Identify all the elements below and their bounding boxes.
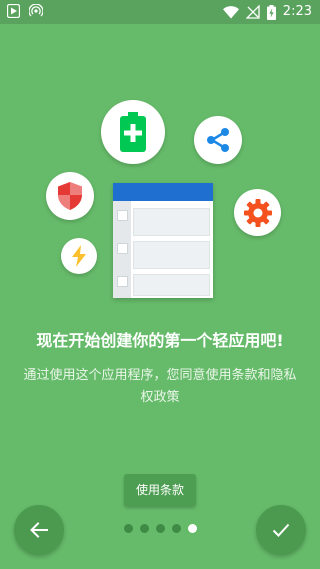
document-row xyxy=(133,241,210,269)
document-row xyxy=(133,208,210,236)
document-list-icon xyxy=(113,183,213,298)
done-button[interactable] xyxy=(256,505,306,555)
page-dot[interactable] xyxy=(124,524,133,533)
status-time: 2:23 xyxy=(282,4,312,19)
checkmark-icon xyxy=(272,523,290,537)
document-checkbox xyxy=(117,276,128,287)
document-header-bar xyxy=(113,183,213,201)
page-dot[interactable] xyxy=(172,524,181,533)
share-bubble xyxy=(194,116,242,164)
shield-icon xyxy=(58,182,82,210)
back-button[interactable] xyxy=(14,505,64,555)
document-row xyxy=(133,274,210,296)
terms-description: 通过使用这个应用程序，您同意使用条款和隐私权政策 xyxy=(23,368,297,405)
battery-bubble xyxy=(101,100,165,164)
page-indicator xyxy=(124,524,197,533)
battery-charging-icon xyxy=(266,4,276,20)
page-title: 现在开始创建你的第一个轻应用吧! xyxy=(36,331,284,350)
lightning-bubble xyxy=(61,238,97,274)
hotspot-icon xyxy=(29,4,43,17)
arrow-left-icon xyxy=(30,522,48,538)
no-signal-icon xyxy=(245,5,260,19)
share-icon xyxy=(207,128,229,152)
page-dot-active[interactable] xyxy=(188,524,197,533)
status-bar: 2:23 xyxy=(0,0,320,24)
gear-icon xyxy=(243,198,272,227)
page-dot[interactable] xyxy=(156,524,165,533)
document-checkbox xyxy=(117,210,128,221)
lightning-icon xyxy=(72,245,86,267)
wifi-icon xyxy=(222,5,239,18)
page-dot[interactable] xyxy=(140,524,149,533)
document-checkbox xyxy=(117,243,128,254)
play-store-icon xyxy=(7,4,20,18)
gear-bubble xyxy=(234,189,281,236)
shield-bubble xyxy=(46,172,94,220)
battery-plus-icon xyxy=(120,112,146,152)
terms-of-use-button[interactable]: 使用条款 xyxy=(124,474,196,506)
